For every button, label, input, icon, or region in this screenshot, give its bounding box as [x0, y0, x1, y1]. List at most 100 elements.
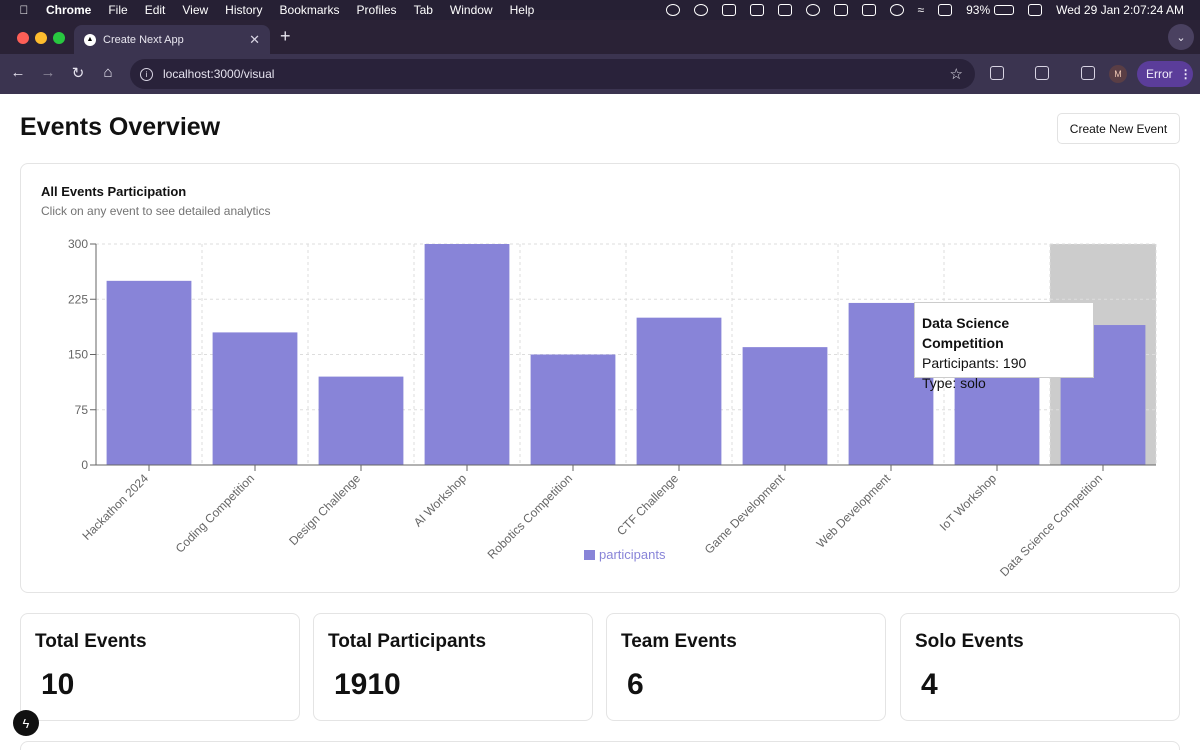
tab-strip: ▲ Create Next App ✕ + ⌄ [0, 20, 1200, 54]
stat-label: Total Events [35, 631, 147, 652]
nextjs-favicon-icon: ▲ [84, 33, 96, 46]
create-new-event-button[interactable]: Create New Event [1057, 113, 1180, 144]
tab-title: Create Next App [103, 33, 184, 46]
stat-value: 6 [627, 668, 644, 701]
x-tick-label: CTF Challenge [614, 471, 681, 538]
menu-help[interactable]: Help [510, 3, 535, 17]
x-tick-label: Web Development [814, 471, 894, 551]
slack-icon[interactable] [777, 4, 792, 16]
menu-window[interactable]: Window [450, 3, 493, 17]
macos-menubar:  Chrome File Edit View History Bookmark… [0, 0, 1200, 20]
reload-icon[interactable]: ↻ [68, 64, 88, 82]
x-tick-label: IoT Workshop [937, 471, 1000, 534]
nextjs-dev-tools-icon[interactable]: ϟ [13, 710, 39, 736]
x-tick-label: Coding Competition [173, 471, 257, 555]
chatgpt-icon[interactable] [665, 4, 680, 16]
stat-card-team-events: Team Events 6 [606, 613, 886, 721]
site-info-icon[interactable]: i [140, 67, 153, 81]
x-tick-label: Robotics Competition [485, 471, 576, 562]
layers-icon[interactable] [833, 4, 848, 16]
menu-edit[interactable]: Edit [145, 3, 166, 17]
url-text[interactable]: localhost:3000/visual [163, 67, 274, 81]
browser-tab[interactable]: ▲ Create Next App ✕ [74, 25, 270, 54]
error-button[interactable]: Error ⋮ [1137, 61, 1193, 87]
x-tick-label: Game Development [702, 471, 788, 557]
close-window-button[interactable] [17, 32, 29, 44]
battery-icon [994, 5, 1015, 15]
stat-label: Solo Events [915, 631, 1024, 652]
menu-history[interactable]: History [225, 3, 262, 17]
y-tick-label: 300 [68, 237, 88, 251]
y-tick-label: 225 [68, 292, 88, 306]
battery-indicator[interactable]: 93% [966, 3, 1015, 17]
bar-ctf-challenge[interactable] [636, 317, 722, 465]
play-icon[interactable] [889, 4, 904, 16]
battery-percent: 93% [966, 3, 991, 17]
tooltip-title: Data Science Competition [922, 315, 1010, 351]
browser-toolbar: ← → ↻ ⌂ i localhost:3000/visual ☆ M Erro… [0, 54, 1200, 94]
back-icon[interactable]: ← [8, 64, 28, 81]
bar-design-challenge[interactable] [318, 376, 404, 465]
x-tick-label: AI Workshop [411, 471, 470, 530]
page-title: Events Overview [20, 113, 221, 141]
new-tab-button[interactable]: + [280, 26, 291, 47]
tool-icon[interactable] [721, 4, 736, 16]
stat-card-total-events: Total Events 10 [20, 613, 300, 721]
menu-bookmarks[interactable]: Bookmarks [280, 3, 340, 17]
tooltip-participants: Participants: 190 [922, 355, 1027, 371]
bar-robotics-competition[interactable] [530, 354, 616, 466]
stat-value: 4 [921, 668, 938, 701]
menu-app-chrome[interactable]: Chrome [46, 3, 91, 17]
tab-search-button[interactable]: ⌄ [1168, 24, 1194, 50]
maximize-window-button[interactable] [53, 32, 65, 44]
reading-list-icon[interactable] [1035, 66, 1049, 80]
legend-swatch [584, 550, 595, 560]
x-tick-label: Design Challenge [286, 471, 363, 548]
bar-hackathon-2024[interactable] [106, 280, 192, 465]
minimize-window-button[interactable] [35, 32, 47, 44]
wifi-icon[interactable]: ≈ [918, 3, 925, 17]
media-controls-icon[interactable] [1081, 66, 1095, 80]
extensions-icon[interactable] [990, 66, 1004, 80]
stat-card-solo-events: Solo Events 4 [900, 613, 1180, 721]
menu-file[interactable]: File [108, 3, 127, 17]
stat-card-total-participants: Total Participants 1910 [313, 613, 593, 721]
x-tick-label: Data Science Competition [997, 471, 1105, 579]
keyboard-icon[interactable] [861, 4, 876, 16]
stat-value: 1910 [334, 668, 401, 701]
address-bar[interactable]: i localhost:3000/visual ☆ [130, 59, 975, 89]
stat-label: Team Events [621, 631, 737, 652]
more-menu-icon: ⋮ [1179, 67, 1192, 81]
menu-tab[interactable]: Tab [414, 3, 433, 17]
menubar-clock[interactable]: Wed 29 Jan 2:07:24 AM [1056, 3, 1184, 17]
stat-label: Total Participants [328, 631, 487, 652]
sync-icon[interactable] [805, 4, 820, 16]
status-area: ≈ 93% Wed 29 Jan 2:07:24 AM [665, 3, 1200, 17]
tab-close-icon[interactable]: ✕ [249, 32, 260, 48]
bar-coding-competition[interactable] [212, 332, 298, 465]
y-tick-label: 150 [68, 348, 88, 362]
y-tick-label: 0 [81, 458, 88, 472]
control-center-icon[interactable] [1028, 4, 1043, 16]
profile-avatar[interactable]: M [1109, 65, 1127, 83]
app-status-icon[interactable] [693, 4, 708, 16]
y-tick-label: 75 [75, 403, 89, 417]
bar-ai-workshop[interactable] [424, 244, 510, 465]
bookmark-star-icon[interactable]: ☆ [950, 65, 963, 83]
events-chart-card: All Events Participation Click on any ev… [20, 163, 1180, 593]
menu-view[interactable]: View [182, 3, 208, 17]
stat-value: 10 [41, 668, 75, 701]
forward-icon[interactable]: → [38, 64, 58, 81]
next-section-card [20, 741, 1180, 750]
bar-game-development[interactable] [742, 347, 828, 465]
display-icon[interactable] [938, 4, 953, 16]
x-tick-label: Hackathon 2024 [79, 471, 151, 543]
screenshot-icon[interactable] [749, 4, 764, 16]
menu-profiles[interactable]: Profiles [357, 3, 397, 17]
legend-label: participants [599, 547, 666, 562]
home-icon[interactable]: ⌂ [98, 64, 118, 81]
error-label: Error [1146, 67, 1173, 81]
apple-icon[interactable]:  [16, 3, 32, 17]
tooltip-type: Type: solo [922, 375, 986, 391]
chart-tooltip: Data Science Competition Participants: 1… [914, 302, 1094, 391]
